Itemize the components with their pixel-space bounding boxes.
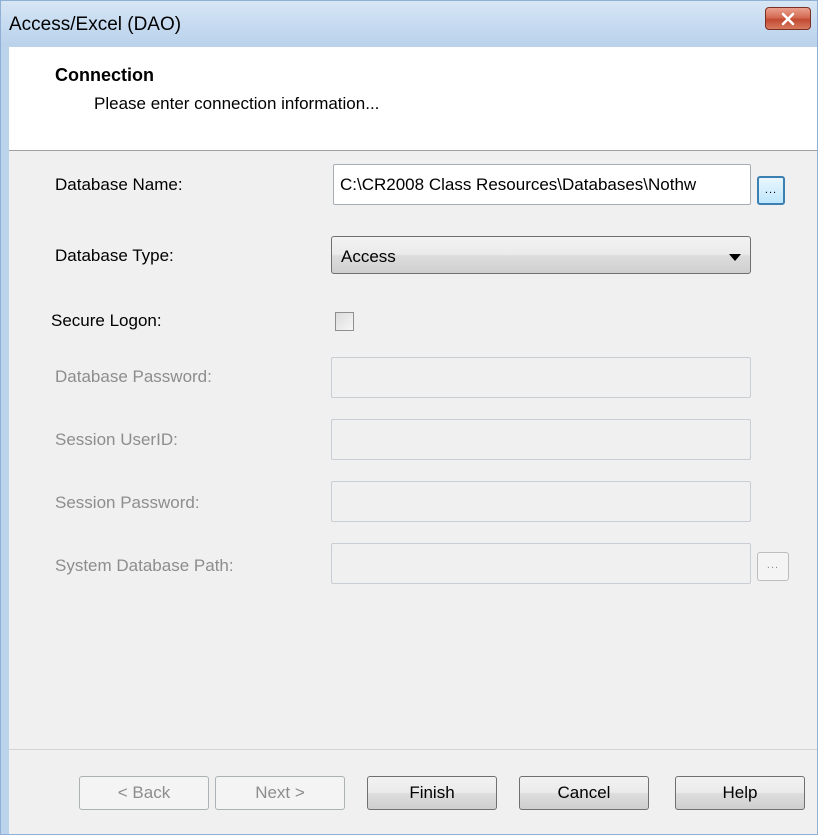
dropdown-arrow-icon — [729, 254, 741, 261]
close-x-icon — [781, 12, 795, 25]
database-name-label: Database Name: — [55, 175, 183, 194]
system-database-path-input[interactable] — [331, 543, 751, 584]
ellipsis-icon: ... — [766, 559, 780, 571]
secure-logon-checkbox[interactable] — [335, 312, 354, 331]
window-title: Access/Excel (DAO) — [9, 14, 182, 35]
database-type-label: Database Type: — [55, 246, 174, 265]
page-subtitle: Please enter connection information... — [94, 94, 380, 113]
system-database-path-label: System Database Path: — [55, 556, 234, 575]
session-password-label: Session Password: — [55, 493, 200, 512]
database-name-browse-button[interactable]: ... — [757, 176, 785, 205]
database-password-label: Database Password: — [55, 367, 212, 386]
session-password-input[interactable] — [331, 481, 751, 522]
secure-logon-label: Secure Logon: — [51, 311, 162, 330]
wizard-header: Connection Please enter connection infor… — [9, 47, 817, 151]
next-button[interactable]: Next > — [215, 776, 345, 810]
page-title: Connection — [55, 65, 154, 85]
close-button[interactable] — [765, 7, 811, 30]
database-name-value: C:\CR2008 Class Resources\Databases\Noth… — [340, 175, 697, 194]
system-database-path-browse-button[interactable]: ... — [757, 552, 789, 581]
database-type-value: Access — [341, 247, 396, 266]
database-password-input[interactable] — [331, 357, 751, 398]
help-button[interactable]: Help — [675, 776, 805, 810]
finish-button[interactable]: Finish — [367, 776, 497, 810]
ellipsis-icon: ... — [764, 184, 778, 196]
dialog-client-area: Connection Please enter connection infor… — [9, 47, 817, 834]
session-userid-label: Session UserID: — [55, 430, 178, 449]
title-bar[interactable]: Access/Excel (DAO) — [1, 1, 817, 47]
dialog-window: Access/Excel (DAO) Connection Please ent… — [0, 0, 818, 835]
back-button[interactable]: < Back — [79, 776, 209, 810]
database-name-input[interactable]: C:\CR2008 Class Resources\Databases\Noth… — [333, 164, 751, 205]
cancel-button[interactable]: Cancel — [519, 776, 649, 810]
session-userid-input[interactable] — [331, 419, 751, 460]
database-type-select[interactable]: Access — [331, 236, 751, 274]
